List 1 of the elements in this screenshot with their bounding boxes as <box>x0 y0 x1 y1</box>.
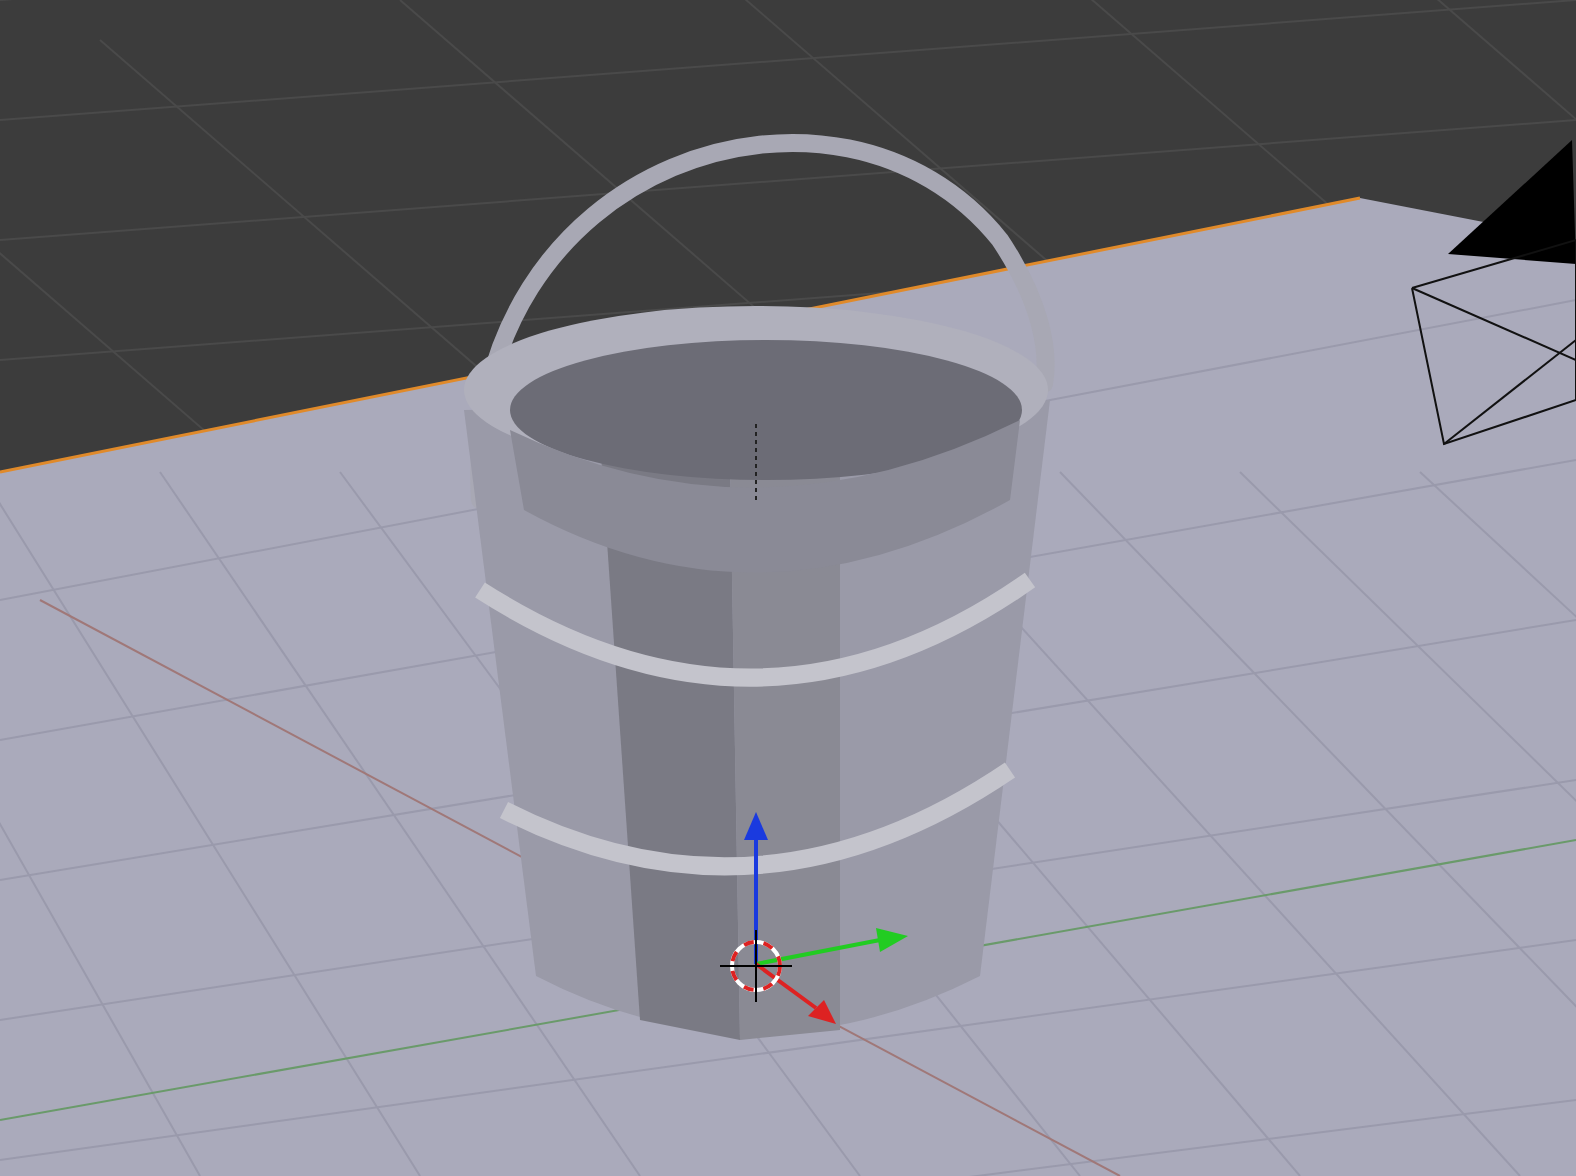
3d-cursor-icon <box>719 929 793 1003</box>
